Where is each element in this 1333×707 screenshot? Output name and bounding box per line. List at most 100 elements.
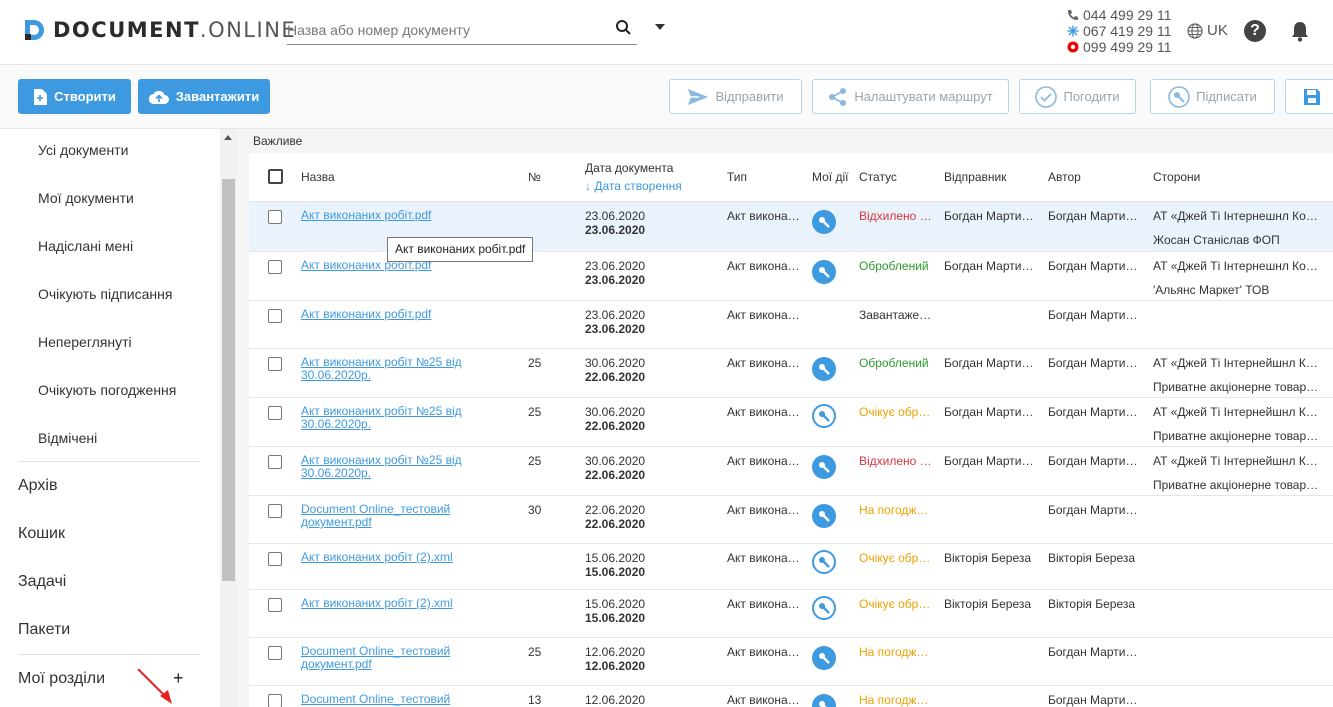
document-link[interactable]: Акт виконаних робіт №25 від 30.06.2020р. <box>301 356 476 382</box>
sidebar-scroll-thumb[interactable] <box>222 179 235 581</box>
document-type: Акт викона… <box>727 356 800 370</box>
sign-key-icon[interactable] <box>812 504 836 528</box>
table-row[interactable]: Акт виконаних робіт №25 від 30.06.2020р.… <box>249 447 1333 496</box>
table-row[interactable]: Document Online_тестовий документ.pdf 25 1… <box>249 638 1333 686</box>
row-checkbox[interactable] <box>268 210 282 224</box>
document-link[interactable]: Document Online_тестовий документ.pdf <box>301 503 476 529</box>
language-selector[interactable]: UK <box>1187 22 1228 39</box>
column-parties[interactable]: Сторони <box>1153 170 1200 184</box>
row-checkbox[interactable] <box>268 598 282 612</box>
table-row[interactable]: Акт виконаних робіт (2).xml 15.06.2020 15.… <box>249 590 1333 638</box>
column-type[interactable]: Тип <box>727 170 747 184</box>
bell-icon[interactable] <box>1290 20 1310 42</box>
table-row[interactable]: Акт виконаних робіт №25 від 30.06.2020р.… <box>249 349 1333 398</box>
select-all-checkbox[interactable] <box>268 169 283 184</box>
created-date: 23.06.2020 <box>585 223 646 237</box>
sidebar-item-all-documents[interactable]: Усі документи <box>38 142 128 158</box>
document-link[interactable]: Акт виконаних робіт (2).xml <box>301 597 476 610</box>
filename-tooltip: Акт виконаних робіт.pdf <box>387 237 534 262</box>
save-button[interactable] <box>1285 79 1333 114</box>
sidebar-item-tasks[interactable]: Задачі <box>18 573 66 591</box>
create-button[interactable]: Створити <box>18 79 131 114</box>
table-row[interactable]: Акт виконаних робіт.pdf 23.06.2020 23.06.2… <box>249 301 1333 349</box>
row-checkbox[interactable] <box>268 406 282 420</box>
send-button[interactable]: Відправити <box>669 79 802 114</box>
row-checkbox[interactable] <box>268 455 282 469</box>
sign-key-icon[interactable] <box>812 455 836 479</box>
search-dropdown-caret-icon[interactable] <box>655 24 665 30</box>
scroll-up-arrow-icon[interactable] <box>224 135 232 140</box>
configure-route-button[interactable]: Налаштувати маршрут <box>812 79 1009 114</box>
sidebar-item-trash[interactable]: Кошик <box>18 525 65 543</box>
author-name: Богдан Марти… <box>1048 259 1138 273</box>
phone-number[interactable]: 067 419 29 11 <box>1083 23 1172 39</box>
sidebar-item-sent-to-me[interactable]: Надіслані мені <box>38 238 133 254</box>
phone-number[interactable]: 044 499 29 11 <box>1083 7 1172 23</box>
row-checkbox[interactable] <box>268 646 282 660</box>
column-doc-date[interactable]: Дата документа <box>585 161 673 175</box>
create-button-label: Створити <box>54 89 116 104</box>
column-author[interactable]: Автор <box>1048 170 1081 184</box>
column-number[interactable]: № <box>528 170 541 184</box>
sign-key-icon[interactable] <box>812 404 836 428</box>
sign-key-icon[interactable] <box>812 694 836 707</box>
logo[interactable]: DOCUMENT.ONLINE <box>22 16 296 44</box>
document-link[interactable]: Акт виконаних робіт №25 від 30.06.2020р. <box>301 405 476 431</box>
sign-button[interactable]: Підписати <box>1150 79 1275 114</box>
document-link[interactable]: Акт виконаних робіт №25 від 30.06.2020р. <box>301 454 476 480</box>
sidebar-item-unviewed[interactable]: Непереглянуті <box>38 334 132 350</box>
sign-key-icon[interactable] <box>812 596 836 620</box>
document-link[interactable]: Акт виконаних робіт (2).xml <box>301 551 476 564</box>
column-my-actions[interactable]: Мої дії <box>812 170 848 184</box>
phone-number[interactable]: 099 499 29 11 <box>1083 39 1172 55</box>
sidebar-item-awaiting-approval[interactable]: Очікують погодження <box>38 382 176 398</box>
sidebar-divider <box>18 461 200 462</box>
sign-key-icon[interactable] <box>812 357 836 381</box>
sidebar-item-my-sections[interactable]: Мої розділи <box>18 670 105 688</box>
logo-mark-icon <box>25 20 44 40</box>
sender-name: Вікторія Береза <box>944 551 1032 565</box>
table-row[interactable]: Document Online_тестовий документ.pdf 13 1… <box>249 686 1333 707</box>
sidebar-item-marked[interactable]: Відмічені <box>38 430 97 446</box>
sender-name: Богдан Марти… <box>944 405 1034 419</box>
document-link[interactable]: Акт виконаних робіт.pdf <box>301 209 476 222</box>
row-checkbox[interactable] <box>268 309 282 323</box>
row-checkbox[interactable] <box>268 260 282 274</box>
column-status[interactable]: Статус <box>859 170 897 184</box>
search-input[interactable] <box>287 16 597 43</box>
table-row[interactable]: Акт виконаних робіт (2).xml 15.06.2020 15.… <box>249 544 1333 590</box>
row-checkbox[interactable] <box>268 357 282 371</box>
approve-button[interactable]: Погодити <box>1019 79 1136 114</box>
table-row[interactable]: Document Online_тестовий документ.pdf 30 2… <box>249 496 1333 544</box>
column-sender[interactable]: Відправник <box>944 170 1006 184</box>
author-name: Богдан Марти… <box>1048 503 1138 517</box>
row-checkbox[interactable] <box>268 694 282 707</box>
sign-key-icon[interactable] <box>812 260 836 284</box>
created-date: 12.06.2020 <box>585 659 646 673</box>
language-label: UK <box>1207 22 1228 39</box>
sign-key-icon[interactable] <box>812 550 836 574</box>
upload-button[interactable]: Завантажити <box>138 79 270 114</box>
sidebar-item-packages[interactable]: Пакети <box>18 621 70 639</box>
document-link[interactable]: Document Online_тестовий документ.pdf <box>301 645 476 671</box>
document-link[interactable]: Document Online_тестовий документ.pdf <box>301 693 476 707</box>
sidebar-item-archive[interactable]: Архів <box>18 477 57 495</box>
sidebar-item-my-documents[interactable]: Мої документи <box>38 190 134 206</box>
table-row[interactable]: Акт виконаних робіт №25 від 30.06.2020р.… <box>249 398 1333 447</box>
status-badge: На погодж… <box>859 645 929 659</box>
row-checkbox[interactable] <box>268 504 282 518</box>
column-created-date[interactable]: ↓ Дата створення <box>585 179 682 193</box>
configure-route-button-label: Налаштувати маршрут <box>854 89 993 104</box>
status-badge: Відхилено … <box>859 209 932 223</box>
row-checkbox[interactable] <box>268 552 282 566</box>
phone-icon <box>1066 8 1080 22</box>
sign-key-icon[interactable] <box>812 646 836 670</box>
search-icon[interactable] <box>615 19 633 37</box>
sidebar-item-awaiting-signing[interactable]: Очікують підписання <box>38 286 172 302</box>
sign-key-icon[interactable] <box>812 210 836 234</box>
document-link[interactable]: Акт виконаних робіт.pdf <box>301 308 476 321</box>
help-icon[interactable]: ? <box>1244 20 1266 42</box>
column-name[interactable]: Назва <box>301 170 335 184</box>
globe-icon <box>1187 22 1203 39</box>
annotation-arrow-icon <box>137 669 172 704</box>
